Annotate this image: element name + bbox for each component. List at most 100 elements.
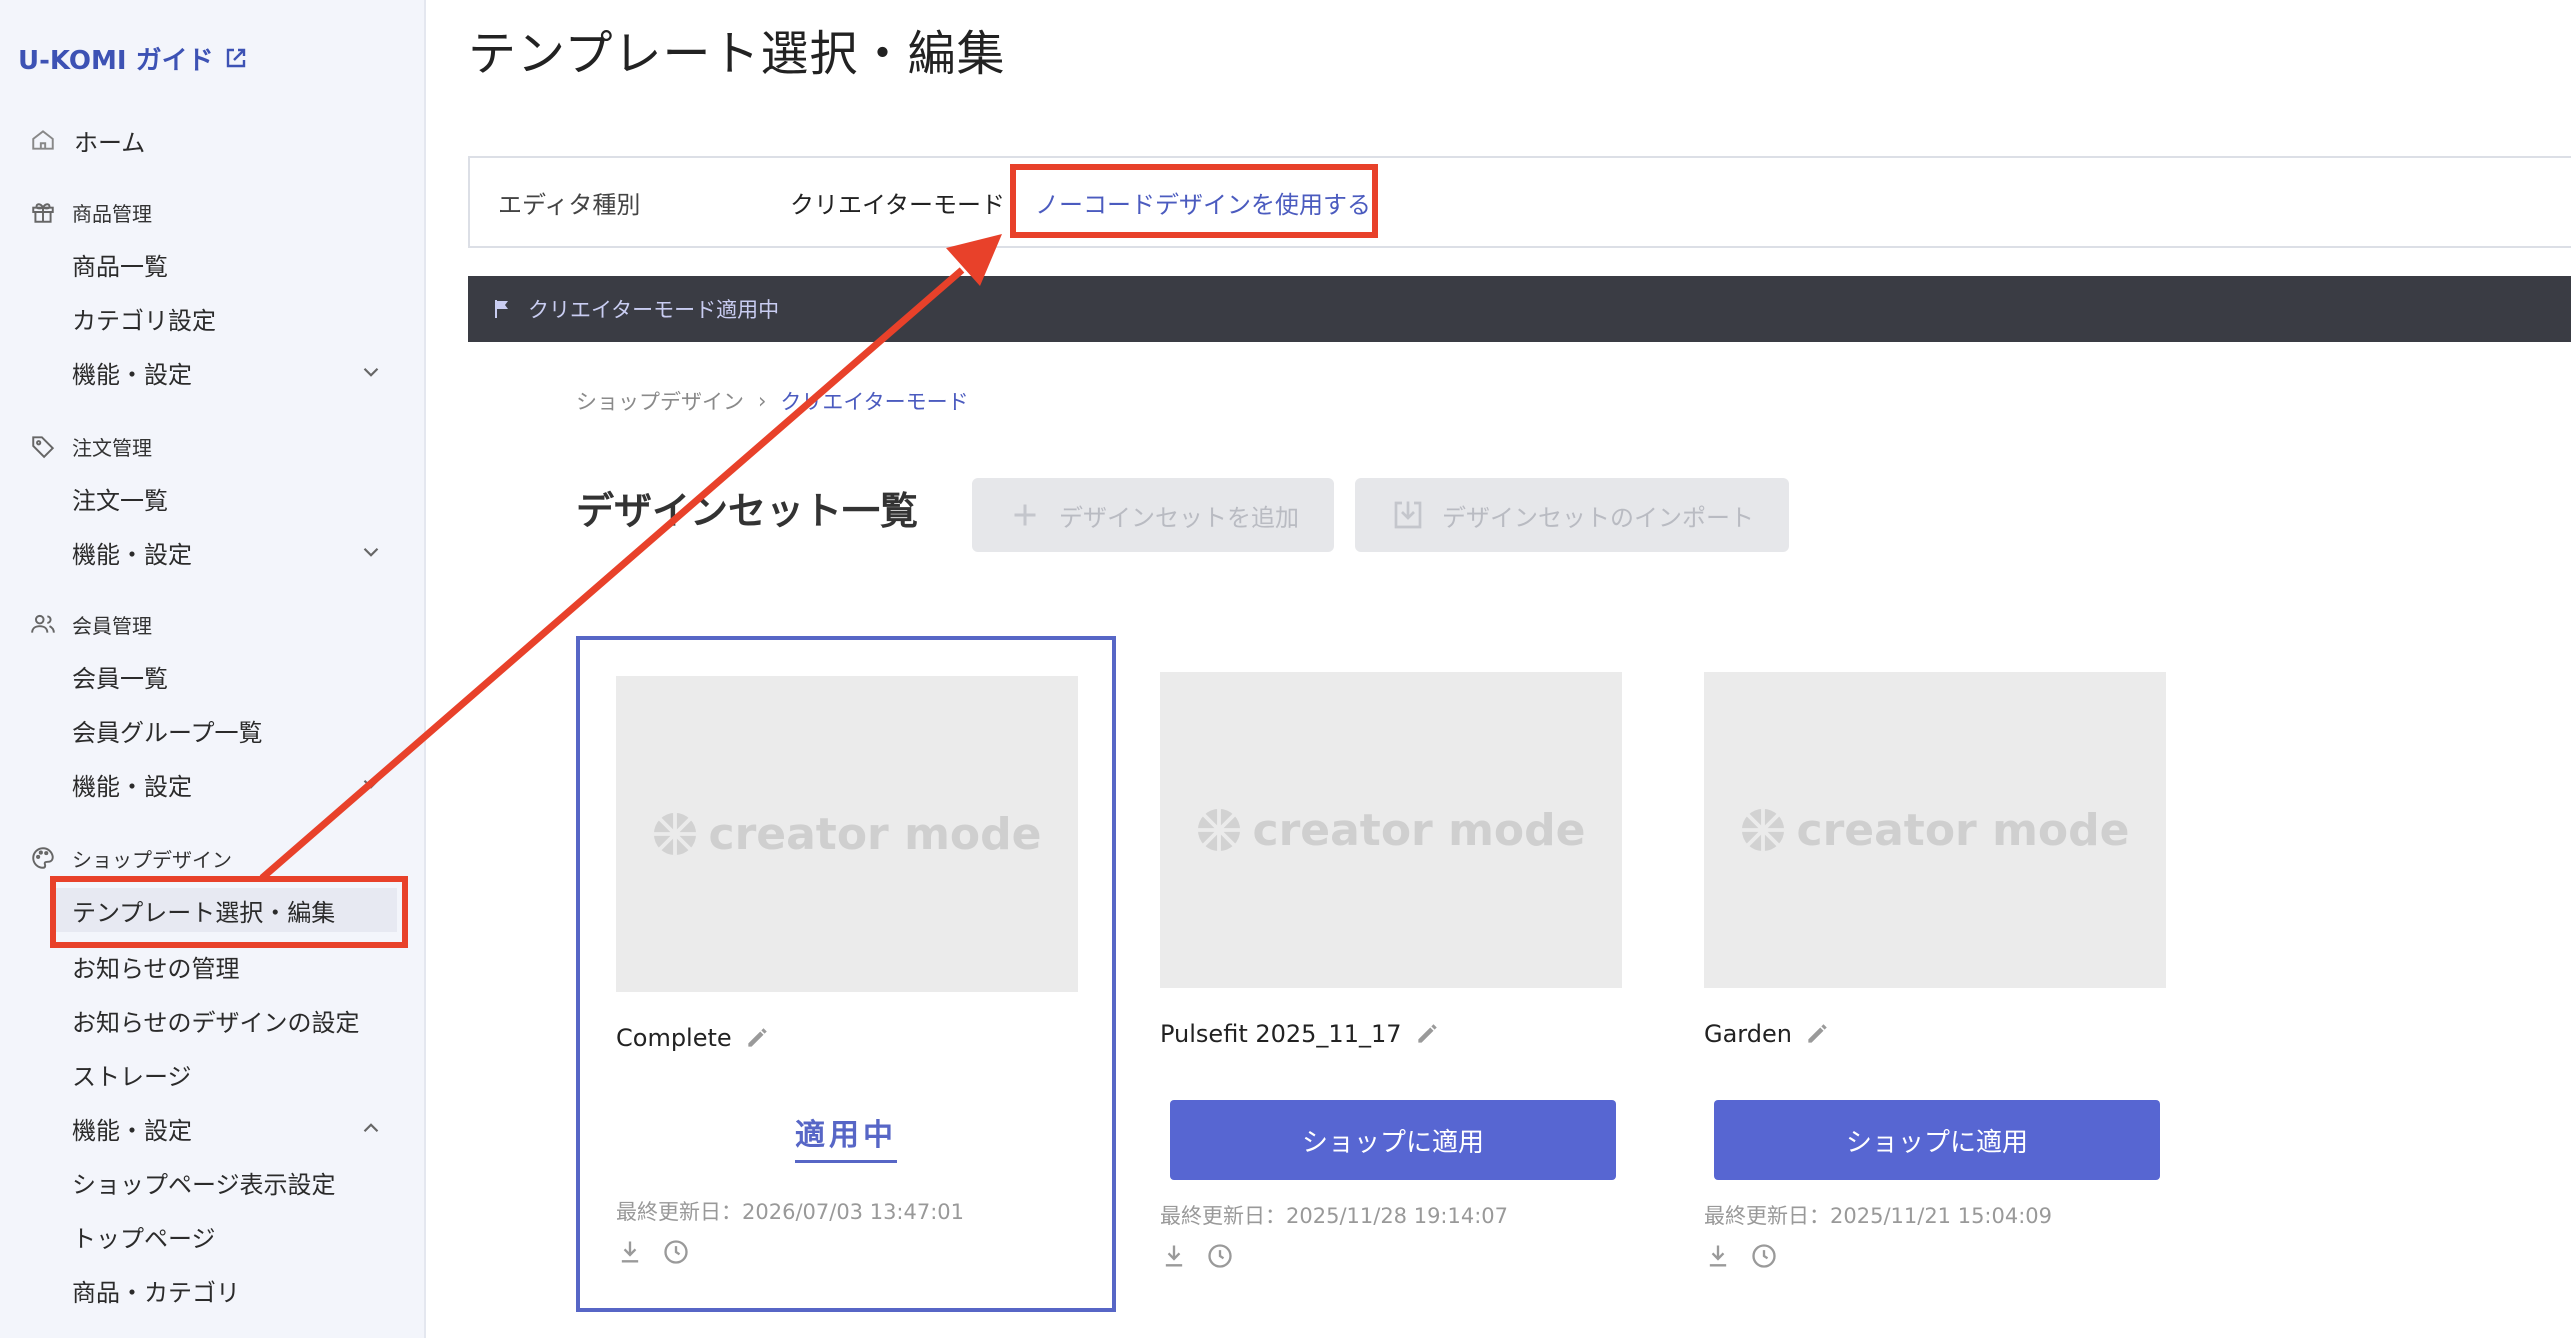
history-clock-icon[interactable]: [1206, 1242, 1234, 1270]
design-set-name: Complete: [616, 1024, 770, 1052]
page-title: テンプレート選択・編集: [468, 26, 1006, 82]
sidebar-item-label: ショップページ表示設定: [72, 1170, 336, 1199]
sidebar-item-label: ストレージ: [72, 1062, 192, 1091]
design-set-name-text: Garden: [1704, 1020, 1792, 1048]
apply-to-shop-button[interactable]: ショップに適用: [1714, 1100, 2160, 1180]
design-set-name-text: Pulsefit 2025_11_17: [1160, 1020, 1402, 1048]
design-set-thumbnail[interactable]: creator mode: [1160, 672, 1622, 988]
sidebar-item-design-functions[interactable]: 機能・設定: [72, 1106, 392, 1150]
sidebar-item-label: お知らせのデザインの設定: [72, 1008, 360, 1037]
import-icon: [1394, 501, 1422, 529]
breadcrumb-parent[interactable]: ショップデザイン: [576, 386, 744, 416]
applied-status-text: 適用中: [795, 1110, 897, 1163]
sidebar-item-member-groups[interactable]: 会員グループ一覧: [72, 708, 392, 752]
design-set-thumbnail[interactable]: creator mode: [1704, 672, 2166, 988]
sidebar-item-label: 機能・設定: [72, 1116, 192, 1145]
flag-icon: [495, 300, 508, 318]
pencil-icon[interactable]: [1414, 1021, 1440, 1047]
chevron-down-icon: [363, 779, 379, 789]
sidebar-item-storage[interactable]: ストレージ: [72, 1052, 392, 1096]
sidebar-item-product-list[interactable]: 商品一覧: [72, 242, 392, 286]
sidebar-item-label: テンプレート選択・編集: [72, 898, 336, 927]
sidebar-item-label: 機能・設定: [72, 540, 192, 569]
chevron-down-icon: [363, 367, 379, 377]
creator-mode-logo-icon: [1742, 808, 1785, 852]
palette-icon: [32, 847, 54, 869]
sidebar-section-orders: 注文管理: [30, 428, 152, 464]
editor-type-label: エディタ種別: [498, 190, 641, 219]
sidebar-item-member-list[interactable]: 会員一覧: [72, 654, 392, 698]
import-design-set-label: デザインセットのインポート: [1442, 503, 1754, 532]
sidebar-item-top-page[interactable]: トップページ: [72, 1214, 392, 1258]
creator-mode-logo-icon: [1198, 808, 1241, 852]
sidebar-item-member-functions[interactable]: 機能・設定: [72, 762, 392, 806]
import-design-set-button[interactable]: デザインセットのインポート: [1355, 478, 1789, 552]
applied-status: 適用中: [580, 1110, 1112, 1163]
sidebar-item-category-settings[interactable]: カテゴリ設定: [72, 296, 392, 340]
brand-link[interactable]: U-KOMI ガイド: [18, 38, 248, 78]
external-link-icon: [226, 48, 245, 68]
plus-icon: [1014, 504, 1036, 526]
sidebar-item-news-design[interactable]: お知らせのデザインの設定: [72, 998, 392, 1042]
sidebar-section-shop-design: ショップデザイン: [30, 840, 232, 876]
design-set-thumbnail[interactable]: creator mode: [616, 676, 1078, 992]
history-clock-icon[interactable]: [1750, 1242, 1778, 1270]
sidebar-item-label: 機能・設定: [72, 772, 192, 801]
sidebar-item-label: トップページ: [72, 1224, 216, 1253]
sidebar-section-members: 会員管理: [30, 606, 152, 642]
sidebar-item-home[interactable]: ホーム: [30, 118, 390, 162]
download-icon[interactable]: [1704, 1242, 1732, 1270]
sidebar-item-order-list[interactable]: 注文一覧: [72, 476, 392, 520]
sidebar-section-products: 商品管理: [30, 194, 152, 230]
last-updated: 最終更新日：2025/11/21 15:04:09: [1704, 1204, 2053, 1228]
last-updated: 最終更新日：2026/07/03 13:47:01: [616, 1200, 965, 1224]
thumbnail-text: creator mode: [1252, 804, 1586, 856]
creator-mode-banner: クリエイターモード適用中: [468, 276, 2571, 342]
design-set-card-complete: creator mode Complete 適用中 最終更新日：2026/07/…: [576, 636, 1116, 1312]
last-updated: 最終更新日：2025/11/28 19:14:07: [1160, 1204, 1509, 1228]
card-actions: [616, 1238, 690, 1266]
editor-mode-value: クリエイターモード: [790, 190, 1006, 219]
creator-mode-logo-icon: [654, 812, 697, 856]
design-set-name: Pulsefit 2025_11_17: [1160, 1020, 1440, 1048]
pencil-icon[interactable]: [744, 1025, 770, 1051]
home-icon: [32, 130, 54, 150]
sidebar: U-KOMI ガイド ホーム 商品管理 商品一覧 カテゴリ設定 機能・設定 注文…: [0, 0, 426, 1338]
sidebar-item-label: 商品一覧: [72, 252, 168, 281]
sidebar-section-title: 会員管理: [72, 613, 152, 638]
sidebar-item-label: 機能・設定: [72, 360, 192, 389]
download-icon[interactable]: [616, 1238, 644, 1266]
sidebar-item-label: 商品・カテゴリ: [72, 1278, 240, 1307]
sidebar-item-label: 注文一覧: [72, 486, 168, 515]
card-actions: [1704, 1242, 1778, 1270]
sidebar-section-title: 注文管理: [72, 435, 152, 460]
pencil-icon[interactable]: [1804, 1021, 1830, 1047]
sidebar-item-label: ホーム: [74, 128, 146, 157]
brand-label: U-KOMI ガイド: [18, 45, 214, 76]
use-no-code-design-link[interactable]: ノーコードデザインを使用する: [1035, 185, 1371, 220]
design-set-card-garden: creator mode Garden ショップに適用 最終更新日：2025/1…: [1704, 636, 2244, 1312]
breadcrumb-separator-icon: ›: [758, 389, 767, 413]
users-icon: [31, 614, 55, 633]
download-icon[interactable]: [1160, 1242, 1188, 1270]
sidebar-item-template-select[interactable]: テンプレート選択・編集: [52, 888, 397, 932]
sidebar-item-shop-page-display[interactable]: ショップページ表示設定: [72, 1160, 392, 1204]
sidebar-item-product-functions[interactable]: 機能・設定: [72, 350, 392, 394]
sidebar-item-product-category[interactable]: 商品・カテゴリ: [72, 1268, 392, 1312]
chevron-down-icon: [363, 547, 379, 557]
thumbnail-text: creator mode: [1796, 804, 2130, 856]
sidebar-item-order-functions[interactable]: 機能・設定: [72, 530, 392, 574]
tag-icon: [32, 436, 55, 459]
design-set-list-title: デザインセット一覧: [576, 489, 919, 533]
breadcrumb-current: クリエイターモード: [780, 390, 969, 414]
thumbnail-text: creator mode: [708, 808, 1042, 860]
history-clock-icon[interactable]: [662, 1238, 690, 1266]
sidebar-item-news-management[interactable]: お知らせの管理: [72, 944, 392, 988]
chevron-up-icon: [363, 1123, 379, 1133]
sidebar-section-title: ショップデザイン: [72, 847, 232, 872]
sidebar-item-label: 会員一覧: [72, 664, 168, 693]
gift-icon: [32, 203, 54, 223]
design-set-name: Garden: [1704, 1020, 1830, 1048]
add-design-set-button[interactable]: デザインセットを追加: [972, 478, 1334, 552]
apply-to-shop-button[interactable]: ショップに適用: [1170, 1100, 1616, 1180]
